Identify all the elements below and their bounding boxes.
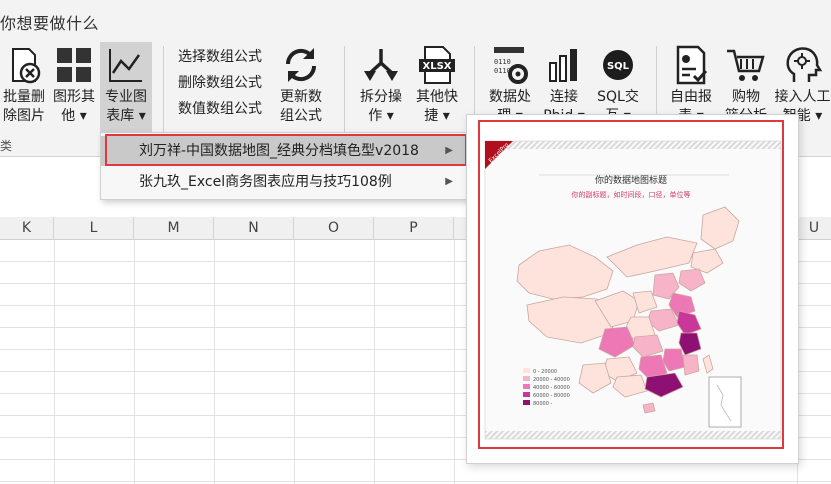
sql-icon: SQL bbox=[603, 50, 633, 80]
ribbon-separator bbox=[163, 46, 164, 136]
menu-item-excel-charts[interactable]: 张九玖_Excel商务图表应用与技巧108例 ▶ bbox=[101, 167, 467, 197]
data-gear-icon: 0110 0110 bbox=[494, 47, 528, 84]
array-formula-list: 选择数组公式 删除数组公式 数值数组公式 bbox=[178, 44, 262, 122]
split-operation-label: 拆分操 作 ▾ bbox=[360, 89, 402, 124]
column-line bbox=[454, 240, 455, 484]
update-array-formula-label: 更新数 组公式 bbox=[280, 89, 322, 124]
svg-text:XLSX: XLSX bbox=[423, 61, 452, 72]
svg-text:SQL: SQL bbox=[607, 61, 630, 72]
tell-me-hint[interactable]: 你想要做什么 bbox=[0, 10, 99, 34]
other-shortcuts-label: 其他快 捷 ▾ bbox=[416, 89, 458, 124]
delete-image-icon bbox=[12, 48, 41, 84]
delete-array-formula-item[interactable]: 删除数组公式 bbox=[178, 70, 262, 96]
xlsx-icon: XLSX bbox=[419, 46, 455, 84]
highlight-box-menu-item bbox=[105, 134, 467, 166]
value-array-formula-item[interactable]: 数值数组公式 bbox=[178, 96, 262, 122]
shape-other-button[interactable]: 图形其 他 ▾ bbox=[50, 42, 98, 132]
ribbon-separator bbox=[344, 46, 345, 136]
ribbon-group-label: 类 bbox=[0, 139, 13, 153]
submenu-arrow-icon: ▶ bbox=[445, 176, 453, 187]
batch-delete-images-button[interactable]: 批量删 除图片 bbox=[0, 42, 48, 132]
svg-text:0110: 0110 bbox=[494, 58, 511, 66]
column-header-k[interactable]: K bbox=[0, 217, 54, 239]
column-header-m[interactable]: M bbox=[134, 217, 214, 239]
column-header-n[interactable]: N bbox=[214, 217, 294, 239]
highlight-box-preview bbox=[478, 120, 784, 449]
chart-line-icon bbox=[109, 49, 142, 82]
column-line bbox=[214, 240, 215, 484]
update-array-formula-button[interactable]: 更新数 组公式 bbox=[274, 42, 328, 132]
column-line bbox=[54, 240, 55, 484]
tell-me-bar: 你想要做什么 bbox=[0, 0, 831, 42]
column-header-l[interactable]: L bbox=[54, 217, 134, 239]
select-array-formula-item[interactable]: 选择数组公式 bbox=[178, 44, 262, 70]
ai-head-icon bbox=[786, 47, 822, 82]
pro-chart-library-button[interactable]: 专业图 表库 ▾ bbox=[100, 42, 152, 132]
batch-delete-images-label: 批量删 除图片 bbox=[3, 89, 45, 124]
report-icon bbox=[676, 45, 708, 85]
split-icon bbox=[364, 49, 398, 81]
column-line bbox=[374, 240, 375, 484]
column-header-o[interactable]: O bbox=[294, 217, 374, 239]
pro-chart-library-label: 专业图 表库 ▾ bbox=[105, 89, 147, 124]
menu-item-excel-charts-label: 张九玖_Excel商务图表应用与技巧108例 bbox=[139, 174, 392, 190]
split-operation-button[interactable]: 拆分操 作 ▾ bbox=[354, 42, 408, 132]
refresh-icon bbox=[285, 48, 317, 82]
grid-icon bbox=[57, 48, 91, 82]
column-line bbox=[134, 240, 135, 484]
column-header-p[interactable]: P bbox=[374, 217, 454, 239]
cart-icon bbox=[727, 49, 765, 81]
other-shortcuts-button[interactable]: XLSX 其他快 捷 ▾ bbox=[410, 42, 464, 132]
row-line bbox=[0, 481, 831, 482]
shape-other-label: 图形其 他 ▾ bbox=[53, 89, 95, 124]
column-line bbox=[294, 240, 295, 484]
powerbi-icon bbox=[549, 49, 577, 82]
column-header-u[interactable]: U bbox=[797, 217, 831, 239]
